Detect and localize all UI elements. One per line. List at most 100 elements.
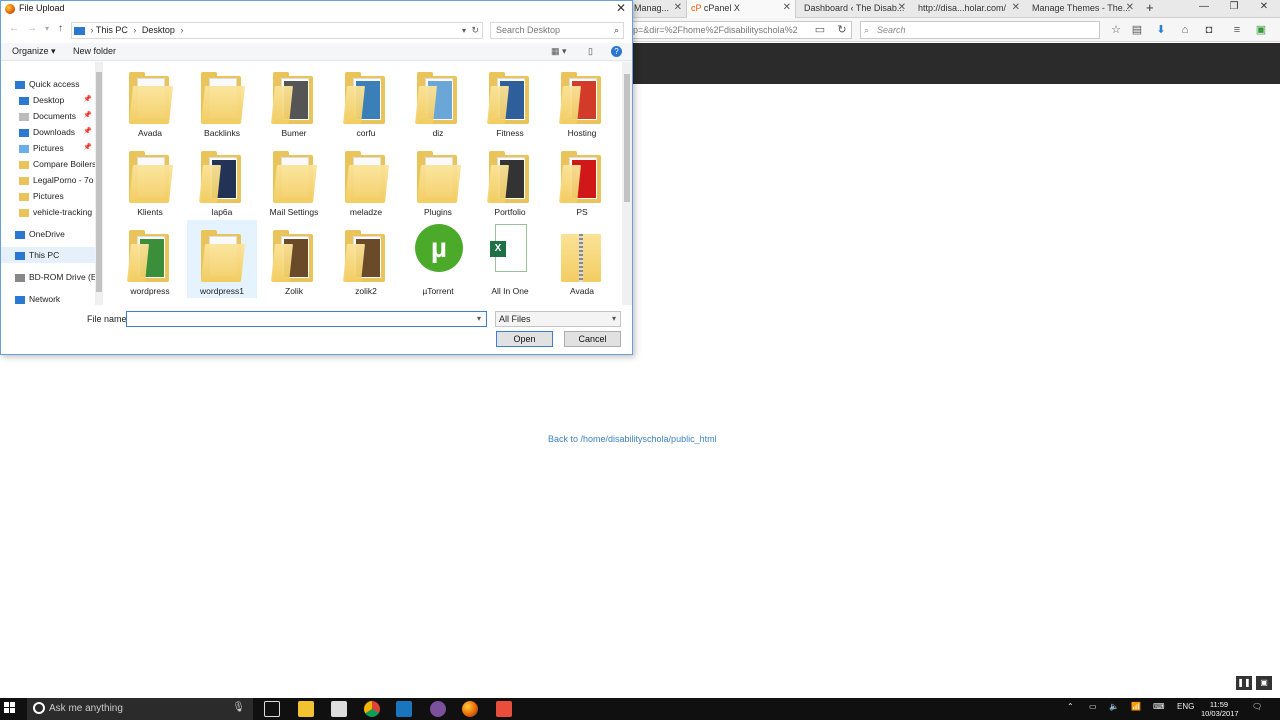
file-item[interactable]: PS [547,141,617,219]
new-tab-icon[interactable]: + [1142,0,1162,18]
file-item[interactable]: diz [403,62,473,140]
cortana-search[interactable]: Ask me anything 🎙 [27,698,253,720]
app-s-icon[interactable] [396,701,412,717]
nav-item[interactable]: LegalPorno - 7o [1,172,95,188]
breadcrumb-desktop[interactable]: Desktop [142,25,175,35]
windows-start-icon[interactable] [4,702,16,714]
language-indicator[interactable]: ENG [1177,702,1194,711]
scrollbar-thumb[interactable] [96,72,102,292]
dialog-close-icon[interactable]: ✕ [616,1,626,15]
nav-item[interactable]: Documents 📌 [1,108,95,124]
file-item[interactable]: Hosting [547,62,617,140]
close-tab-icon[interactable]: ✕ [783,0,791,16]
task-view-icon[interactable] [264,701,280,717]
close-tab-icon[interactable]: ✕ [674,0,682,16]
chrome-icon[interactable] [364,701,380,717]
network-tray-icon[interactable]: 📶 [1131,702,1141,711]
content-scrollbar[interactable] [622,62,632,305]
file-item[interactable]: Avada [115,62,185,140]
browser-tab[interactable]: Manag... ✕ [630,0,686,18]
file-item[interactable]: Portfolio [475,141,545,219]
refresh-icon[interactable]: ↻ [471,23,479,38]
nav-item[interactable]: Pictures [1,188,95,204]
view-options-icon[interactable]: ▦ ▾ [551,46,567,57]
dialog-title-bar[interactable]: File Upload ✕ [1,1,632,18]
new-folder-button[interactable]: New folder [73,46,116,56]
file-item[interactable]: corfu [331,62,401,140]
battery-icon[interactable]: ▭ [1089,702,1097,711]
back-link[interactable]: Back to /home/disabilityschola/public_ht… [548,434,717,444]
tray-chevron-icon[interactable]: ⌃ [1067,702,1074,711]
file-item[interactable]: wordpress [115,220,185,298]
nav-item[interactable]: OneDrive [1,226,95,242]
up-arrow-icon[interactable]: ↑ [58,23,63,34]
addon-icon[interactable]: ▣ [1253,22,1269,38]
file-type-select[interactable]: All Files ▾ [495,311,621,327]
file-explorer-icon[interactable] [298,701,314,717]
file-item[interactable]: X All In One [475,220,545,298]
pause-icon[interactable]: ❚❚ [1236,676,1252,690]
file-item[interactable]: Zolik [259,220,329,298]
organize-button[interactable]: Organize ▾ [12,46,56,57]
file-item[interactable]: Avada [547,220,617,298]
open-button[interactable]: Open [496,331,553,347]
filezilla-icon[interactable] [496,701,512,717]
file-item[interactable]: Bumer [259,62,329,140]
browser-tab[interactable]: http://disa...holar.com/ ✕ [914,0,1024,18]
dialog-search-input[interactable]: Search Desktop ⌕ [490,22,624,39]
nav-item[interactable]: vehicle-tracking [1,204,95,220]
nav-item[interactable]: BD-ROM Drive (E: [1,269,95,285]
back-arrow-icon[interactable]: ← [9,23,19,34]
forward-arrow-icon[interactable]: → [27,23,37,34]
firefox-taskbar-icon[interactable] [462,701,478,717]
chevron-down-icon[interactable]: ▾ [477,314,481,323]
nav-item[interactable]: Quick access [1,76,95,92]
pocket-icon[interactable]: ◘ [1201,22,1217,38]
close-tab-icon[interactable]: ✕ [898,0,906,16]
volume-icon[interactable]: 🔈 [1109,702,1119,711]
file-name-input[interactable] [126,311,487,327]
browser-tab[interactable]: Dashboard ‹ The Disab... ✕ [800,0,910,18]
file-item[interactable]: Klients [115,141,185,219]
recent-dropdown-icon[interactable]: ▾ [45,24,49,33]
preview-pane-icon[interactable]: ▯ [588,46,593,57]
file-item[interactable]: meladze [331,141,401,219]
minimize-icon[interactable]: — [1190,0,1218,16]
maximize-icon[interactable]: ❐ [1220,0,1248,16]
nav-item[interactable]: This PC [1,247,95,263]
nav-item[interactable]: Compare Boilers [1,156,95,172]
menu-icon[interactable]: ≡ [1229,22,1245,38]
microphone-icon[interactable]: 🎙 [232,702,245,713]
reload-icon[interactable]: ↻ [834,22,850,38]
close-window-icon[interactable]: ✕ [1250,0,1278,16]
file-item[interactable]: Fitness [475,62,545,140]
breadcrumb-this-pc[interactable]: This PC [96,25,128,35]
breadcrumb[interactable]: › This PC › Desktop › ▾ ↻ [71,22,483,39]
cancel-button[interactable]: Cancel [564,331,621,347]
file-item[interactable]: Backlinks [187,62,257,140]
expand-icon[interactable]: ▣ [1256,676,1272,690]
file-item[interactable]: wordpress1 [187,220,257,298]
browser-tab[interactable]: Manage Themes - The... ✕ [1028,0,1138,18]
notifications-icon[interactable]: 🗨 [1252,702,1262,711]
file-item[interactable]: lap6a [187,141,257,219]
browser-search-input[interactable]: ⌕ Search [860,21,1100,39]
store-icon[interactable] [331,701,347,717]
nav-item[interactable]: Desktop 📌 [1,92,95,108]
home-icon[interactable]: ⌂ [1177,22,1193,38]
scrollbar-thumb[interactable] [624,74,630,202]
browser-tab-active[interactable]: cP cPanel X ✕ [686,0,796,18]
chevron-down-icon[interactable]: ▾ [462,23,466,38]
help-icon[interactable]: ? [611,46,622,57]
clock[interactable]: 11:59 10/03/2017 [1201,700,1239,718]
nav-item[interactable]: Network [1,291,95,305]
downloads-icon[interactable]: ⬇ [1153,22,1169,38]
close-tab-icon[interactable]: ✕ [1012,0,1020,16]
file-item[interactable]: Plugins [403,141,473,219]
close-tab-icon[interactable]: ✕ [1126,0,1134,16]
nav-item[interactable]: Downloads 📌 [1,124,95,140]
nav-item[interactable]: Pictures 📌 [1,140,95,156]
viber-icon[interactable] [430,701,446,717]
library-icon[interactable]: ▤ [1129,22,1145,38]
file-item[interactable]: µ µTorrent [403,220,473,298]
